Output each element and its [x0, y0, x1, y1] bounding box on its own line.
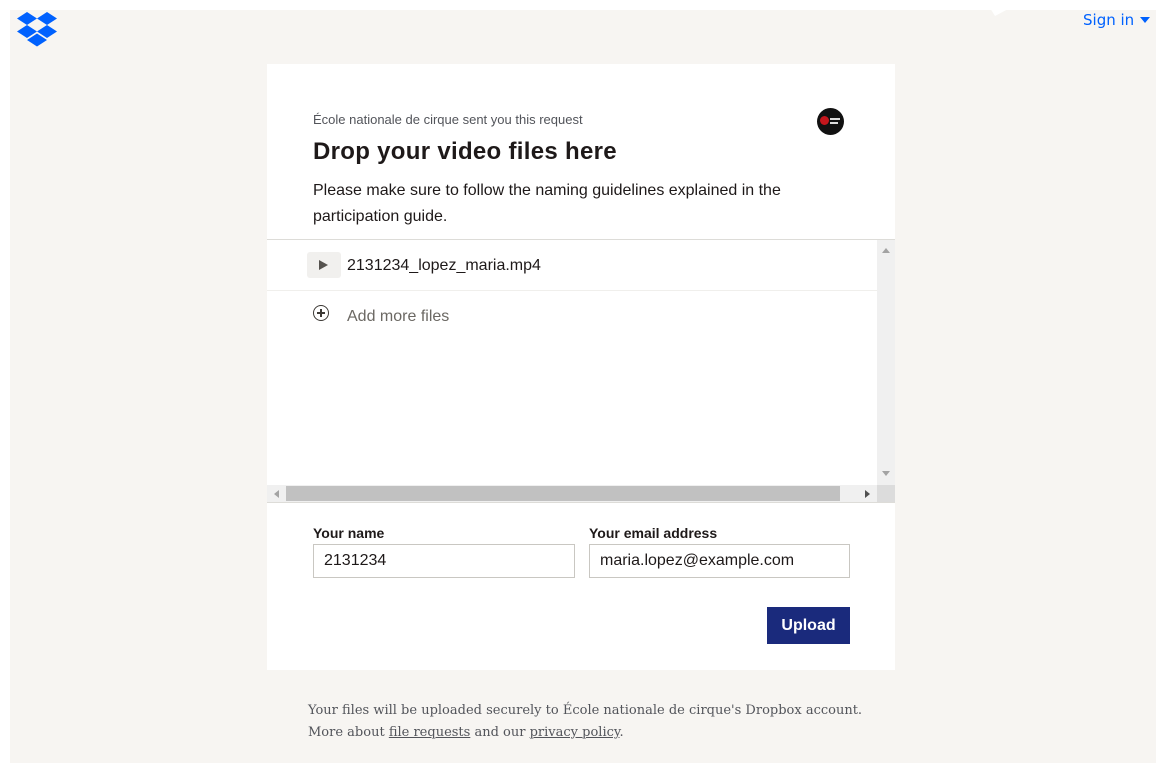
dropbox-logo-icon[interactable] — [16, 12, 58, 48]
play-icon — [319, 260, 328, 270]
file-list: 2131234_lopez_maria.mp4 Add more files — [267, 239, 895, 504]
sender-avatar — [817, 108, 844, 135]
file-item: 2131234_lopez_maria.mp4 — [267, 240, 877, 291]
file-name: 2131234_lopez_maria.mp4 — [347, 257, 541, 274]
name-input[interactable] — [313, 544, 575, 578]
add-circle-icon — [313, 305, 329, 321]
request-description: Please make sure to follow the naming gu… — [313, 182, 781, 225]
request-title: Drop your video files here — [313, 138, 617, 165]
vertical-scrollbar[interactable] — [877, 240, 895, 485]
avatar-logo-mark — [820, 116, 829, 125]
add-more-files-label: Add more files — [347, 308, 450, 325]
footer-line-1: Your files will be uploaded securely to … — [308, 703, 863, 718]
caret-down-icon — [1140, 17, 1151, 23]
add-more-files-button[interactable]: Add more files — [267, 291, 877, 341]
file-request-card: École nationale de cirque sent you this … — [267, 64, 895, 670]
footer-note: Your files will be uploaded securely to … — [308, 700, 908, 744]
left-edge — [0, 0, 10, 763]
play-button[interactable] — [307, 252, 341, 278]
scroll-up-icon[interactable] — [882, 248, 890, 253]
horizontal-scroll-thumb[interactable] — [286, 486, 840, 501]
horizontal-scrollbar[interactable] — [267, 485, 877, 503]
corner-decoration — [985, 0, 1025, 16]
form-divider — [267, 502, 895, 503]
sign-in-menu[interactable]: Sign in — [1083, 11, 1151, 29]
footer-line-2: More about file requests and our privacy… — [308, 725, 624, 740]
scroll-left-icon[interactable] — [274, 490, 279, 498]
scroll-down-icon[interactable] — [882, 471, 890, 476]
sign-in-label: Sign in — [1083, 11, 1135, 29]
scroll-right-icon[interactable] — [865, 490, 870, 498]
email-label: Your email address — [589, 525, 718, 541]
name-label: Your name — [313, 525, 385, 541]
privacy-policy-link[interactable]: privacy policy — [530, 725, 620, 740]
file-requests-link[interactable]: file requests — [389, 725, 471, 740]
sender-line: École nationale de cirque sent you this … — [313, 112, 583, 127]
email-input[interactable] — [589, 544, 850, 578]
scrollbar-corner — [877, 485, 895, 503]
upload-button[interactable]: Upload — [767, 607, 850, 644]
